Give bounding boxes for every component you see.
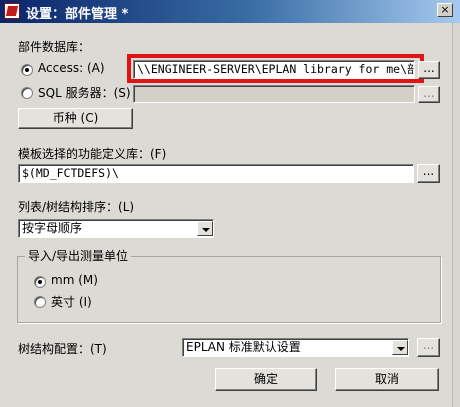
- close-icon: ×: [440, 3, 450, 16]
- sql-browse-button[interactable]: ...: [418, 86, 440, 103]
- units-group: [17, 256, 441, 323]
- mm-radio[interactable]: [34, 276, 46, 288]
- inch-radio[interactable]: [34, 296, 46, 308]
- func-def-browse-button[interactable]: ...: [417, 164, 440, 183]
- cancel-button[interactable]: 取消: [335, 368, 439, 391]
- sql-radio-label[interactable]: SQL 服务器：(S): [38, 84, 131, 101]
- sql-radio[interactable]: [21, 87, 33, 99]
- inch-radio-label[interactable]: 英寸 (I): [51, 293, 92, 310]
- units-group-title: 导入/导出测量单位: [25, 247, 132, 264]
- mm-radio-label[interactable]: mm (M): [51, 273, 98, 287]
- access-radio-label[interactable]: Access: (A): [38, 61, 105, 75]
- tree-config-browse-button[interactable]: ...: [417, 338, 440, 357]
- window-title: 设置：部件管理 *: [26, 7, 129, 22]
- window-edge: [452, 23, 460, 407]
- access-browse-button[interactable]: ...: [418, 61, 440, 79]
- tree-config-label: 树结构配置：(T): [18, 342, 107, 356]
- sorting-dropdown-icon[interactable]: [197, 221, 213, 236]
- close-button[interactable]: ×: [437, 3, 453, 17]
- ok-button[interactable]: 确定: [215, 368, 317, 391]
- func-def-input[interactable]: $(MD_FCTDEFS)\: [18, 164, 414, 183]
- part-db-label: 部件数据库：: [18, 40, 91, 54]
- highlight-box: [127, 54, 424, 83]
- sorting-select[interactable]: 按字母顺序: [18, 219, 214, 238]
- access-radio[interactable]: [21, 64, 33, 76]
- currency-button[interactable]: 币种 (C): [18, 108, 133, 129]
- sorting-label: 列表/树结构排序：(L): [18, 200, 135, 214]
- func-def-label: 模板选择的功能定义库：(F): [18, 147, 167, 161]
- sql-server-input[interactable]: [133, 85, 415, 103]
- tree-config-select[interactable]: EPLAN 标准默认设置: [182, 338, 409, 357]
- eplan-app-icon: [4, 3, 20, 19]
- tree-config-dropdown-icon[interactable]: [392, 340, 408, 355]
